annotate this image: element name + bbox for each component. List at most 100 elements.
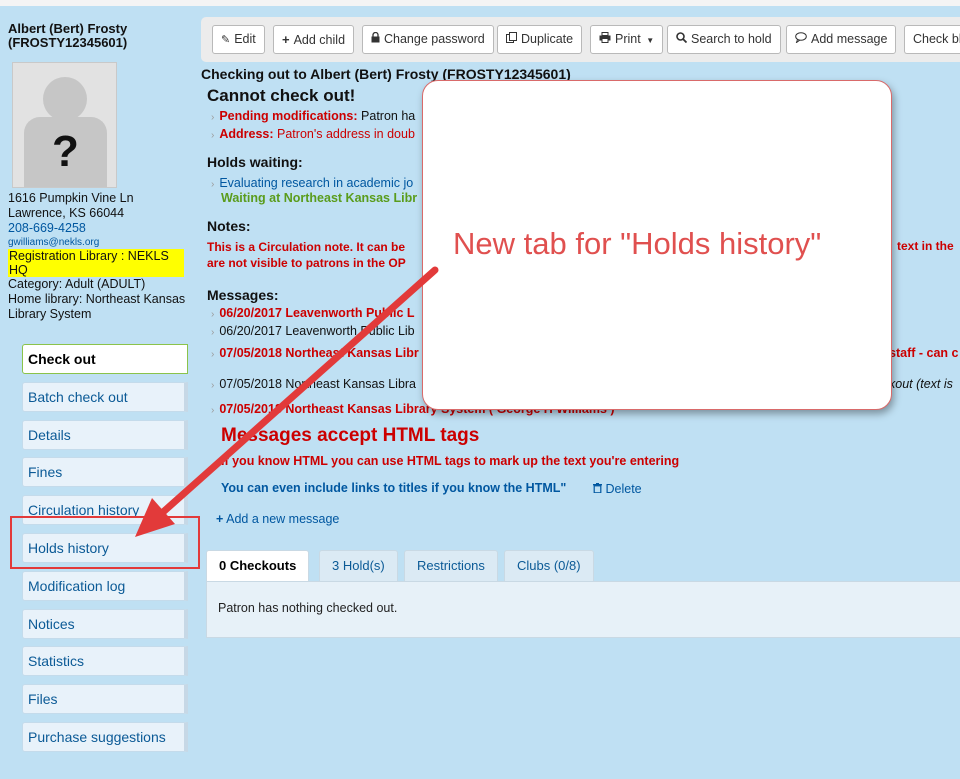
add-message-label: Add message [811, 32, 888, 46]
pending-modifications-item: › Pending modifications: Patron ha [211, 109, 415, 123]
address-line2: Lawrence, KS 66044 [8, 206, 125, 220]
checkout-tabs: 0 Checkouts 3 Hold(s) Restrictions Clubs… [206, 550, 960, 638]
plus-icon: + [216, 512, 224, 526]
bullet-icon: › [211, 405, 215, 416]
message-text-right: kout (text is [889, 377, 953, 391]
patron-name-line1: Albert (Bert) Frosty [8, 21, 128, 36]
bullet-icon: › [211, 327, 215, 338]
bullet-icon: › [211, 380, 215, 391]
checkouts-tab-panel: Patron has nothing checked out. [206, 581, 960, 638]
message-item: › 06/20/2017 Leavenworth Public L [211, 306, 415, 320]
lock-icon [371, 27, 380, 54]
edit-button[interactable]: ✎ Edit [212, 25, 265, 54]
email-link[interactable]: gwilliams@nekls.org [8, 236, 186, 249]
phone-link[interactable]: 208-669-4258 [8, 221, 186, 236]
patron-photo: ? [12, 62, 117, 188]
message-item: › 06/20/2017 Leavenworth Public Lib [211, 324, 415, 338]
no-checkouts-text: Patron has nothing checked out. [218, 601, 398, 615]
check-blocks-label: Check bl [913, 32, 960, 46]
bullet-icon: › [211, 309, 215, 320]
speech-bubble-icon [795, 27, 807, 54]
sidebar-item-batch-check-out[interactable]: Batch check out [22, 381, 188, 412]
avatar-head [43, 77, 87, 121]
sidebar-item-fines[interactable]: Fines [22, 457, 188, 488]
callout-text: New tab for "Holds history" [453, 226, 822, 261]
duplicate-button[interactable]: Duplicate [497, 25, 583, 54]
patron-category: Category: Adult (ADULT) [8, 277, 146, 291]
duplicate-label: Duplicate [521, 32, 574, 46]
tab-holds[interactable]: 3 Hold(s) [319, 550, 398, 581]
html-message-link[interactable]: You can even include links to titles if … [221, 481, 566, 495]
address-label: Address: [219, 127, 274, 141]
tab-restrictions[interactable]: Restrictions [404, 550, 498, 581]
circulation-note-right: text in the [897, 239, 954, 253]
message-text: 06/20/2017 Leavenworth Public L [219, 306, 415, 320]
sidebar-item-details[interactable]: Details [22, 419, 188, 450]
cannot-check-out-heading: Cannot check out! [207, 86, 356, 105]
message-text-right: staff - can c [889, 346, 959, 360]
holds-waiting-heading: Holds waiting: [207, 154, 303, 170]
pending-text: Patron ha [361, 109, 416, 123]
search-to-hold-label: Search to hold [691, 32, 772, 46]
annotation-callout: New tab for "Holds history" [422, 80, 892, 410]
pencil-icon: ✎ [221, 34, 231, 46]
messages-heading: Messages: [207, 287, 279, 303]
sidebar-item-check-out[interactable]: Check out [22, 344, 188, 374]
caret-down-icon: ▼ [646, 36, 655, 45]
change-password-button[interactable]: Change password [362, 25, 494, 54]
print-dropdown-button[interactable]: Print ▼ [590, 25, 664, 54]
message-text: 06/20/2017 Leavenworth Public Lib [219, 324, 415, 338]
sidebar-item-files[interactable]: Files [22, 684, 188, 715]
bullet-icon: › [211, 130, 215, 141]
message-item: › 07/05/2018 Northeast Kansas Libr [211, 346, 419, 360]
check-blocks-button[interactable]: Check bl [904, 25, 960, 54]
add-child-button[interactable]: + Add child [273, 25, 355, 54]
sidebar-item-purchase-suggestions[interactable]: Purchase suggestions [22, 721, 188, 752]
delete-message-link[interactable]: Delete [593, 482, 642, 496]
hold-title-item: › Evaluating research in academic jo [211, 176, 413, 190]
patron-sidebar: Albert (Bert) Frosty (FROSTY12345601) ? … [0, 6, 188, 779]
bullet-icon: › [211, 112, 215, 123]
address-text: Patron's address in doub [277, 127, 415, 141]
address-line1: 1616 Pumpkin Vine Ln [8, 191, 134, 205]
question-mark-icon: ? [52, 127, 79, 176]
tab-clubs[interactable]: Clubs (0/8) [504, 550, 594, 581]
add-new-message-label: Add a new message [226, 512, 340, 526]
sidebar-item-statistics[interactable]: Statistics [22, 646, 188, 677]
sidebar-item-notices[interactable]: Notices [22, 608, 188, 639]
bullet-icon: › [211, 349, 215, 360]
hold-waiting-location: Waiting at Northeast Kansas Libr [221, 191, 418, 205]
patron-info: 1616 Pumpkin Vine Ln Lawrence, KS 66044 … [8, 191, 186, 322]
bullet-icon: › [211, 179, 215, 190]
pending-label: Pending modifications: [219, 109, 358, 123]
patron-cardnumber: (FROSTY12345601) [8, 35, 128, 50]
patron-name: Albert (Bert) Frosty (FROSTY12345601) [8, 22, 178, 50]
edit-label: Edit [234, 32, 256, 46]
add-child-label: Add child [293, 33, 346, 47]
message-item: › 07/05/2018 Northeast Kansas Libra [211, 377, 416, 391]
message-text: 07/05/2018 Northeast Kansas Libra [219, 377, 417, 391]
printer-icon [599, 27, 611, 54]
registration-library: Registration Library : NEKLS HQ [8, 249, 184, 277]
add-message-button[interactable]: Add message [786, 25, 897, 54]
copy-icon [506, 27, 517, 54]
sidebar-item-modification-log[interactable]: Modification log [22, 570, 188, 601]
search-to-hold-button[interactable]: Search to hold [667, 25, 781, 54]
hold-title-link[interactable]: Evaluating research in academic jo [219, 176, 413, 190]
plus-icon: + [282, 32, 290, 47]
change-password-label: Change password [384, 32, 485, 46]
message-text: 07/05/2018 Northeast Kansas Libr [219, 346, 419, 360]
add-new-message-link[interactable]: + Add a new message [216, 512, 339, 526]
holds-history-highlight-box [10, 516, 200, 569]
search-icon [676, 27, 688, 54]
trash-icon [593, 482, 605, 496]
home-library: Home library: Northeast Kansas Library S… [8, 292, 186, 321]
tab-checkouts[interactable]: 0 Checkouts [206, 550, 310, 582]
address-warning-item: › Address: Patron's address in doub [211, 127, 415, 141]
notes-heading: Notes: [207, 218, 251, 234]
delete-label: Delete [605, 482, 642, 496]
patron-toolbar: ✎ Edit + Add child Change password Duplica… [201, 17, 960, 62]
html-message-heading: Messages accept HTML tags [221, 425, 480, 446]
html-message-subtext: If you know HTML you can use HTML tags t… [221, 454, 680, 468]
print-label: Print [615, 32, 641, 46]
